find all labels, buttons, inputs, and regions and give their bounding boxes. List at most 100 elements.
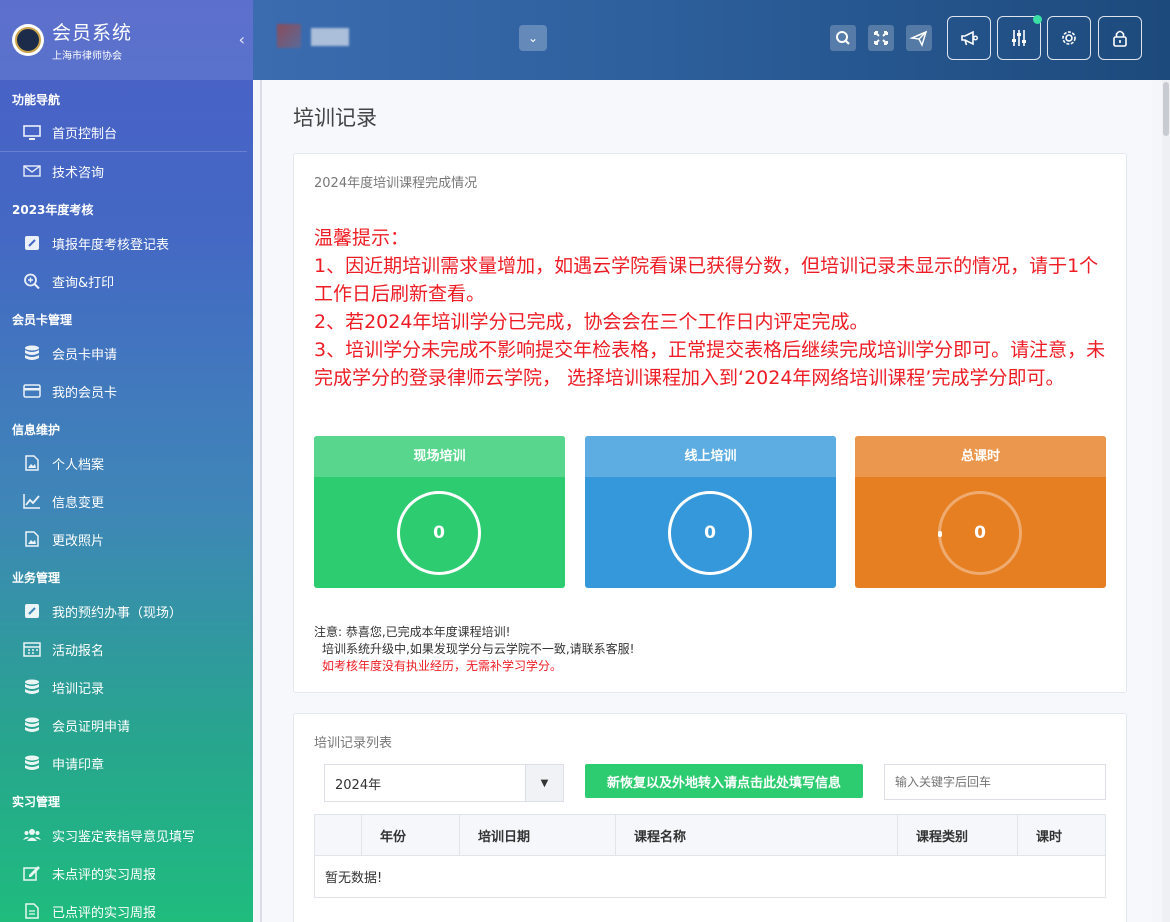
sidebar-item-label: 实习鉴定表指导意见填写: [52, 829, 196, 845]
edit-icon: [22, 603, 42, 619]
column-header[interactable]: 培训日期: [459, 814, 616, 856]
notice-line: 3、培训学分未完成不影响提交年检表格，正常提交表格后继续完成培训学分即可。请注意…: [314, 339, 1106, 389]
sidebar-item-intern-unreviewed[interactable]: 未点评的实习周报: [0, 854, 253, 892]
sidebar-item-activity[interactable]: 活动报名: [0, 630, 253, 668]
card-title: 2024年度培训课程完成情况: [314, 176, 478, 191]
sidebar-item-label: 已点评的实习周报: [52, 905, 157, 921]
table-header-row: 年份 培训日期 课程名称 课程类别 课时: [314, 814, 1106, 856]
megaphone-icon[interactable]: [947, 16, 991, 60]
document-icon: [22, 903, 42, 919]
sidebar-item-label: 未点评的实习周报: [52, 867, 157, 883]
monitor-icon: [22, 124, 42, 141]
caret-down-icon[interactable]: ▼: [525, 765, 563, 801]
sidebar-item-card-apply[interactable]: 会员卡申请: [0, 334, 253, 372]
page-title: 培训记录: [293, 106, 377, 130]
sidebar-item-query-print[interactable]: 查询&打印: [0, 262, 253, 300]
card-title: 培训记录列表: [314, 736, 393, 751]
brand: 会员系统 上海市律师协会 ‹: [0, 0, 253, 80]
nav-group-info: 信息维护: [12, 423, 61, 437]
credit-card-icon: [22, 383, 42, 399]
image-file-icon: [22, 455, 42, 471]
column-header: [314, 814, 362, 856]
completion-note: 注意: 恭喜您,已完成本年度课程培训! 培训系统升级中,如果发现学分与云学院不一…: [314, 624, 634, 675]
column-header[interactable]: 年份: [361, 814, 460, 856]
sidebar-item-info-change[interactable]: 信息变更: [0, 482, 253, 520]
nav-group-card: 会员卡管理: [12, 313, 73, 327]
sidebar-item-label: 会员卡申请: [52, 347, 118, 363]
brand-subtitle: 上海市律师协会: [52, 51, 122, 62]
column-header[interactable]: 课时: [1017, 814, 1106, 856]
sidebar-item-training[interactable]: 培训记录: [0, 668, 253, 706]
keyword-search-input[interactable]: [884, 764, 1106, 800]
association-logo: [12, 24, 44, 56]
user-avatar[interactable]: [277, 24, 349, 48]
top-header: ⌄: [253, 0, 1170, 80]
sidebar-item-label: 我的预约办事（现场）: [52, 605, 183, 621]
sidebar-item-label: 技术咨询: [52, 165, 105, 181]
chevron-left-icon[interactable]: ‹: [239, 30, 245, 49]
chevron-down-icon[interactable]: ⌄: [519, 25, 547, 51]
column-header[interactable]: 课程类别: [897, 814, 1018, 856]
nav-group-internship: 实习管理: [12, 795, 61, 809]
progress-marker: [938, 531, 942, 537]
column-header[interactable]: 课程名称: [615, 814, 898, 856]
sidebar-item-label: 个人档案: [52, 457, 105, 473]
sidebar-item-change-photo[interactable]: 更改照片: [0, 520, 253, 558]
sidebar-item-consult[interactable]: 技术咨询: [0, 152, 253, 190]
fill-info-button[interactable]: 新恢复以及外地转入请点击此处填写信息: [585, 764, 863, 798]
nav-group-functions: 功能导航: [12, 93, 61, 107]
sidebar-item-label: 查询&打印: [52, 275, 115, 291]
brand-title: 会员系统: [52, 22, 133, 44]
stat-label: 现场培训: [314, 436, 565, 477]
training-records-card: 培训记录列表 2024年 ▼ 新恢复以及外地转入请点击此处填写信息 年份 培训日…: [293, 713, 1127, 922]
nav-group-business: 业务管理: [12, 571, 61, 585]
lock-icon[interactable]: [1098, 16, 1142, 60]
sidebar-item-profile[interactable]: 个人档案: [0, 444, 253, 482]
envelope-icon: [22, 163, 42, 179]
sidebar-item-label: 培训记录: [52, 681, 105, 697]
table-row: 暂无数据!: [314, 855, 1106, 898]
line-chart-icon: [22, 493, 42, 509]
sidebar-item-dashboard[interactable]: 首页控制台: [0, 114, 247, 152]
send-icon[interactable]: [906, 25, 932, 51]
stat-onsite-training: 现场培训 0: [314, 436, 565, 588]
notice-line: 1、因近期培训需求量增加，如遇云学院看课已获得分数，但培训记录未显示的情况，请于…: [314, 255, 1099, 305]
sidebar-item-seal[interactable]: 申请印章: [0, 744, 253, 782]
stat-value: 0: [668, 491, 752, 575]
note-line-warning: 如考核年度没有执业经历，无需补学习学分。: [322, 659, 563, 673]
training-records-table: 年份 培训日期 课程名称 课程类别 课时 暂无数据!: [314, 814, 1106, 898]
sidebar-item-appointment[interactable]: 我的预约办事（现场）: [0, 592, 253, 630]
sidebar-item-label: 信息变更: [52, 495, 105, 511]
stat-label: 线上培训: [585, 436, 836, 477]
search-icon[interactable]: [830, 25, 856, 51]
year-select-value: 2024年: [335, 777, 382, 793]
sidebar-item-label: 活动报名: [52, 643, 105, 659]
sidebar-item-my-card[interactable]: 我的会员卡: [0, 372, 253, 410]
edit-square-icon: [22, 865, 42, 881]
sidebar-item-intern-evaluation[interactable]: 实习鉴定表指导意见填写: [0, 816, 253, 854]
sliders-icon[interactable]: [997, 15, 1042, 60]
sidebar-item-label: 申请印章: [52, 757, 105, 773]
sidebar-item-certificate[interactable]: 会员证明申请: [0, 706, 253, 744]
users-icon: [22, 827, 42, 843]
main-content: 培训记录 2024年度培训课程完成情况 温馨提示： 1、因近期培训需求量增加，如…: [260, 80, 1152, 922]
sidebar-item-fill-form[interactable]: 填报年度考核登记表: [0, 224, 253, 262]
edit-icon: [22, 235, 42, 251]
stat-value: 0: [397, 491, 481, 575]
calendar-icon: [22, 641, 42, 657]
empty-message: 暂无数据!: [314, 855, 1106, 898]
notification-dot: [1033, 15, 1042, 24]
gear-icon[interactable]: [1047, 16, 1091, 60]
stat-label: 总课时: [855, 436, 1106, 477]
nav-group-assessment: 2023年度考核: [12, 203, 94, 217]
sidebar: 会员系统 上海市律师协会 ‹ 功能导航 首页控制台 技术咨询 2023年度考核 …: [0, 0, 253, 922]
page-scrollbar[interactable]: [1162, 80, 1170, 922]
image-file-icon: [22, 531, 42, 547]
fullscreen-icon[interactable]: [868, 25, 894, 51]
stat-value: 0: [938, 491, 1022, 575]
database-icon: [22, 717, 42, 733]
sidebar-item-intern-reviewed[interactable]: 已点评的实习周报: [0, 892, 253, 922]
year-select[interactable]: 2024年 ▼: [324, 764, 564, 802]
notice-line: 2、若2024年培训学分已完成，协会会在三个工作日内评定完成。: [314, 311, 869, 333]
warm-notice: 温馨提示： 1、因近期培训需求量增加，如遇云学院看课已获得分数，但培训记录未显示…: [314, 224, 1114, 392]
